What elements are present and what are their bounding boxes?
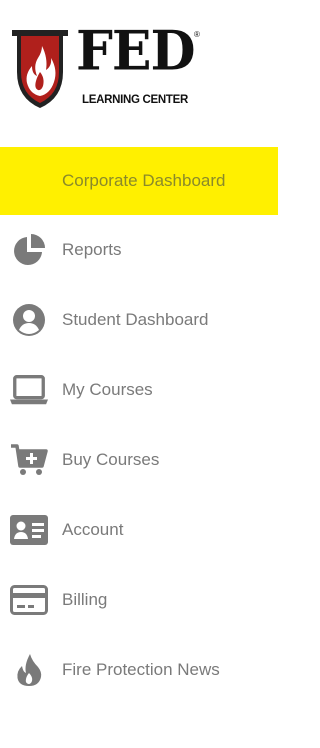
nav-item-billing[interactable]: Billing [0,565,279,635]
nav-item-label: Student Dashboard [62,310,209,329]
brand-name: FED [76,18,196,84]
brand-logo[interactable]: FED ® LEARNING CENTER [10,19,210,118]
nav-item-label: Fire Protection News [62,660,220,679]
shield-flame-icon [12,30,68,108]
credit-card-icon [10,582,48,618]
nav-item-reports[interactable]: Reports [0,215,279,285]
nav-item-label: My Courses [62,380,153,399]
laptop-icon [10,372,48,408]
pie-chart-icon [10,232,48,268]
cart-plus-icon [10,442,48,478]
nav-item-label: Corporate Dashboard [62,171,226,190]
nav-item-student-dashboard[interactable]: Student Dashboard [0,285,279,355]
brand-subtitle: LEARNING CENTER [82,94,189,106]
nav-item-buy-courses[interactable]: Buy Courses [0,425,279,495]
id-card-icon [10,512,48,548]
flame-icon [10,652,48,688]
registered-mark: ® [194,30,200,39]
nav-item-corporate-dashboard[interactable]: Corporate Dashboard [0,147,278,215]
nav-item-label: Account [62,520,124,539]
nav-item-label: Reports [62,240,122,259]
sidebar-nav: Corporate Dashboard Reports Student Dash… [0,146,279,705]
nav-item-label: Buy Courses [62,450,160,469]
nav-item-fire-protection-news[interactable]: Fire Protection News [0,635,279,705]
user-circle-icon [10,302,48,338]
nav-item-account[interactable]: Account [0,495,279,565]
nav-item-label: Billing [62,590,108,609]
nav-item-my-courses[interactable]: My Courses [0,355,279,425]
